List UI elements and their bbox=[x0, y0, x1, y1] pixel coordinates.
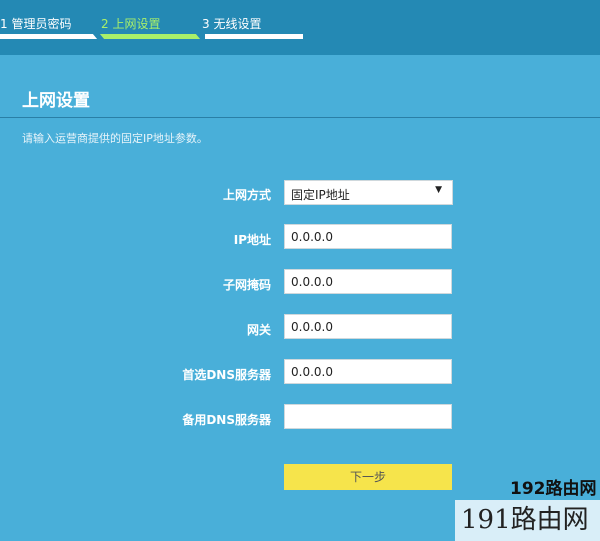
mode-label: 上网方式 bbox=[222, 188, 271, 202]
mask-input[interactable]: 0.0.0.0 bbox=[284, 269, 452, 294]
gateway-input[interactable]: 0.0.0.0 bbox=[284, 314, 452, 339]
divider bbox=[0, 117, 600, 118]
dns2-input[interactable] bbox=[284, 404, 452, 429]
step-bar-1 bbox=[0, 34, 98, 39]
step-wireless-settings[interactable]: 3 无线设置 bbox=[202, 15, 261, 32]
dns1-input[interactable]: 0.0.0.0 bbox=[284, 359, 452, 384]
page-title: 上网设置 bbox=[22, 91, 90, 111]
gateway-label: 网关 bbox=[246, 323, 271, 337]
watermark-bottom: 191路由网 bbox=[455, 500, 600, 541]
ip-label: IP地址 bbox=[233, 233, 271, 247]
step-bar-3 bbox=[205, 34, 303, 39]
mask-label: 子网掩码 bbox=[222, 278, 271, 292]
step-admin-password[interactable]: 1 管理员密码 bbox=[0, 15, 71, 32]
mode-value: 固定IP地址 bbox=[291, 188, 350, 202]
step-internet-settings[interactable]: 2 上网设置 bbox=[101, 15, 160, 32]
caret-down-icon: ▼ bbox=[435, 185, 442, 195]
dns2-label: 备用DNS服务器 bbox=[182, 413, 271, 427]
dns1-label: 首选DNS服务器 bbox=[182, 368, 271, 382]
step-bar-2 bbox=[99, 34, 201, 39]
page-description: 请输入运营商提供的固定IP地址参数。 bbox=[22, 132, 208, 145]
watermark-top: 192路由网 bbox=[510, 479, 597, 499]
next-button[interactable]: 下一步 bbox=[284, 464, 452, 490]
ip-input[interactable]: 0.0.0.0 bbox=[284, 224, 452, 249]
mode-select[interactable]: 固定IP地址 ▼ bbox=[284, 180, 453, 205]
wizard-header: 1 管理员密码 2 上网设置 3 无线设置 bbox=[0, 0, 600, 55]
